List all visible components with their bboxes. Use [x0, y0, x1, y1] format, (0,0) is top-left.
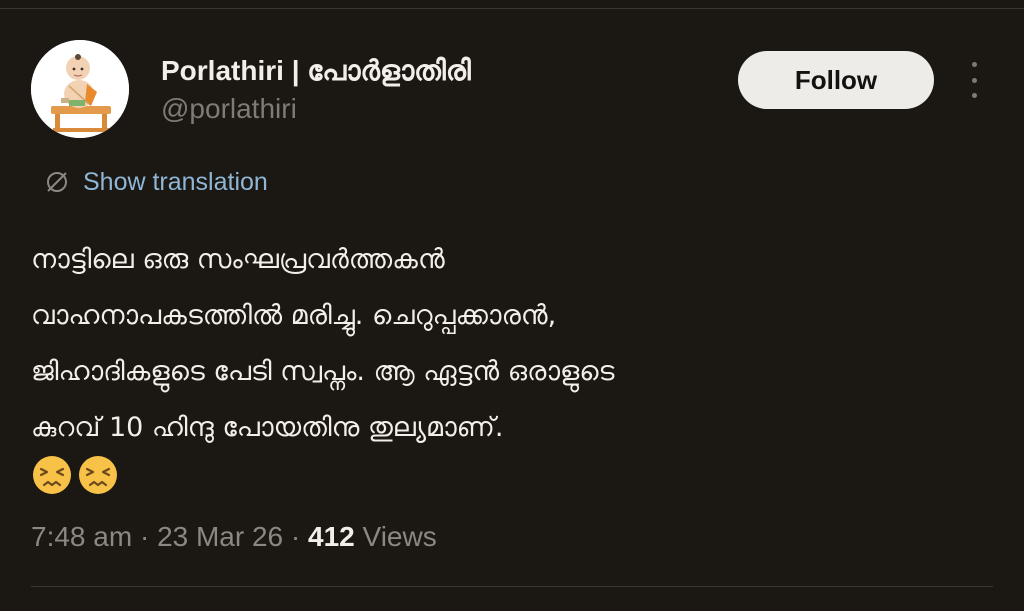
show-translation-link[interactable]: Show translation [43, 166, 268, 198]
tweet-date[interactable]: 23 Mar 26 [157, 521, 283, 552]
views-label: Views [362, 521, 437, 552]
views-count[interactable]: 412 [308, 521, 355, 552]
more-vertical-icon [971, 62, 977, 67]
show-translation-label: Show translation [83, 167, 268, 196]
follow-button[interactable]: Follow [738, 51, 934, 109]
persevering-face-emoji-icon [33, 456, 71, 494]
globe-icon [47, 172, 67, 192]
top-divider [0, 8, 1024, 9]
cartoon-priest-avatar-icon [31, 40, 129, 138]
tweet-time[interactable]: 7:48 am [31, 521, 132, 552]
tweet-line: വാഹനാപകടത്തിൽ മരിച്ചു. ചെറുപ്പക്കാരൻ, [31, 300, 557, 331]
avatar[interactable] [31, 40, 129, 138]
author-display-name[interactable]: Porlathiri | പോർളാതിരി [161, 54, 471, 88]
tweet-line: കുറവ് 10 ഹിന്ദു പോയതിനു തുല്യമാണ്. [31, 412, 504, 443]
more-options-button[interactable] [960, 62, 988, 98]
emoji-row [31, 454, 119, 498]
meta-separator: · [132, 521, 158, 552]
bottom-divider [31, 586, 993, 587]
tweet-line: ജിഹാദികളുടെ പേടി സ്വപ്നം. ആ ഏട്ടൻ ഒരാളുട… [31, 356, 615, 387]
persevering-face-emoji-icon [79, 456, 117, 494]
tweet-text: നാട്ടിലെ ഒരു സംഘപ്രവർത്തകൻ വാഹനാപകടത്തിൽ… [31, 232, 991, 456]
tweet-meta: 7:48 am · 23 Mar 26 · 412 Views [31, 519, 437, 555]
author-handle[interactable]: @porlathiri [161, 92, 297, 126]
meta-separator: · [283, 521, 309, 552]
tweet-line: നാട്ടിലെ ഒരു സംഘപ്രവർത്തകൻ [31, 244, 445, 275]
